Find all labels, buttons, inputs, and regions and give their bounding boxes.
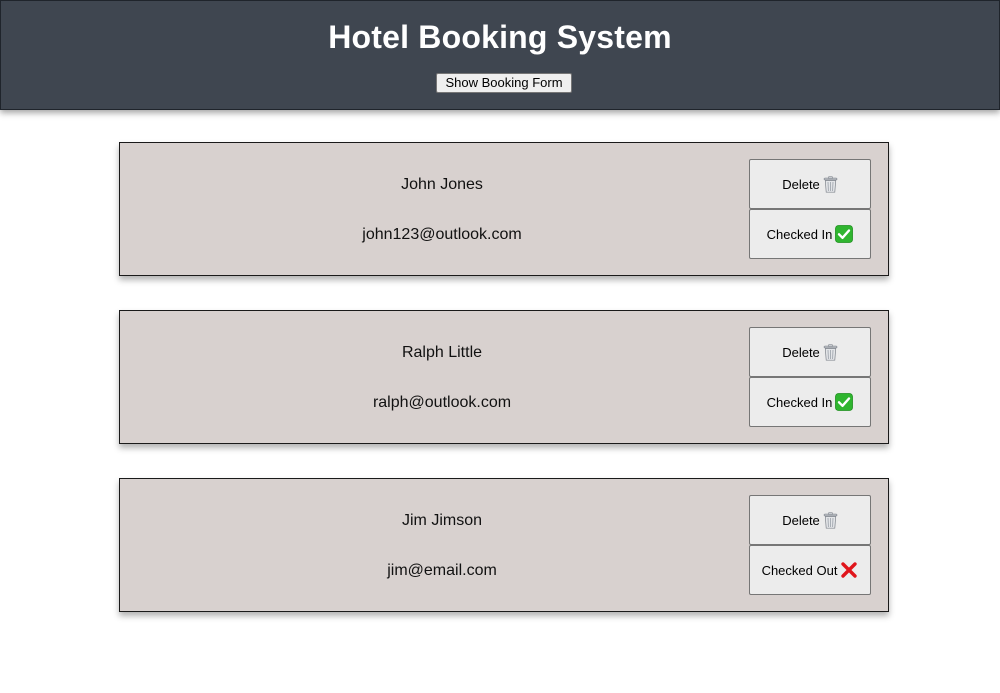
guest-name: John Jones	[401, 176, 483, 193]
delete-button[interactable]: Delete	[749, 159, 871, 209]
status-label: Checked Out	[761, 562, 838, 578]
checked-in-button[interactable]: Checked In	[749, 209, 871, 259]
delete-button-label: Delete	[782, 344, 820, 360]
trash-icon	[823, 175, 838, 193]
check-mark-icon	[835, 393, 854, 411]
status-label: Checked In	[766, 226, 833, 242]
show-booking-form-button[interactable]: Show Booking Form	[436, 73, 572, 93]
guest-email: jim@email.com	[387, 562, 497, 579]
page-title: Hotel Booking System	[328, 19, 672, 55]
guest-name: Jim Jimson	[401, 512, 482, 529]
guest-email: john123@outlook.com	[362, 226, 522, 243]
delete-button[interactable]: Delete	[749, 327, 871, 377]
guest-email: ralph@outlook.com	[372, 394, 512, 411]
booking-card: John Jones john123@outlook.com Delete Ch…	[119, 142, 889, 276]
booking-card: Jim Jimson jim@email.com Delete Checked …	[119, 478, 889, 612]
app-header: Hotel Booking System Show Booking Form	[0, 0, 1000, 110]
checked-in-button[interactable]: Checked In	[749, 377, 871, 427]
check-mark-icon	[835, 225, 854, 243]
delete-button[interactable]: Delete	[749, 495, 871, 545]
guest-name: Ralph Little	[401, 344, 483, 361]
checked-out-button[interactable]: Checked Out	[749, 545, 871, 595]
status-label: Checked In	[766, 394, 833, 410]
trash-icon	[823, 343, 838, 361]
delete-button-label: Delete	[782, 176, 820, 192]
delete-button-label: Delete	[782, 512, 820, 528]
cross-mark-icon	[840, 561, 858, 579]
trash-icon	[823, 511, 838, 529]
booking-list: John Jones john123@outlook.com Delete Ch…	[119, 142, 889, 646]
booking-card: Ralph Little ralph@outlook.com Delete Ch…	[119, 310, 889, 444]
